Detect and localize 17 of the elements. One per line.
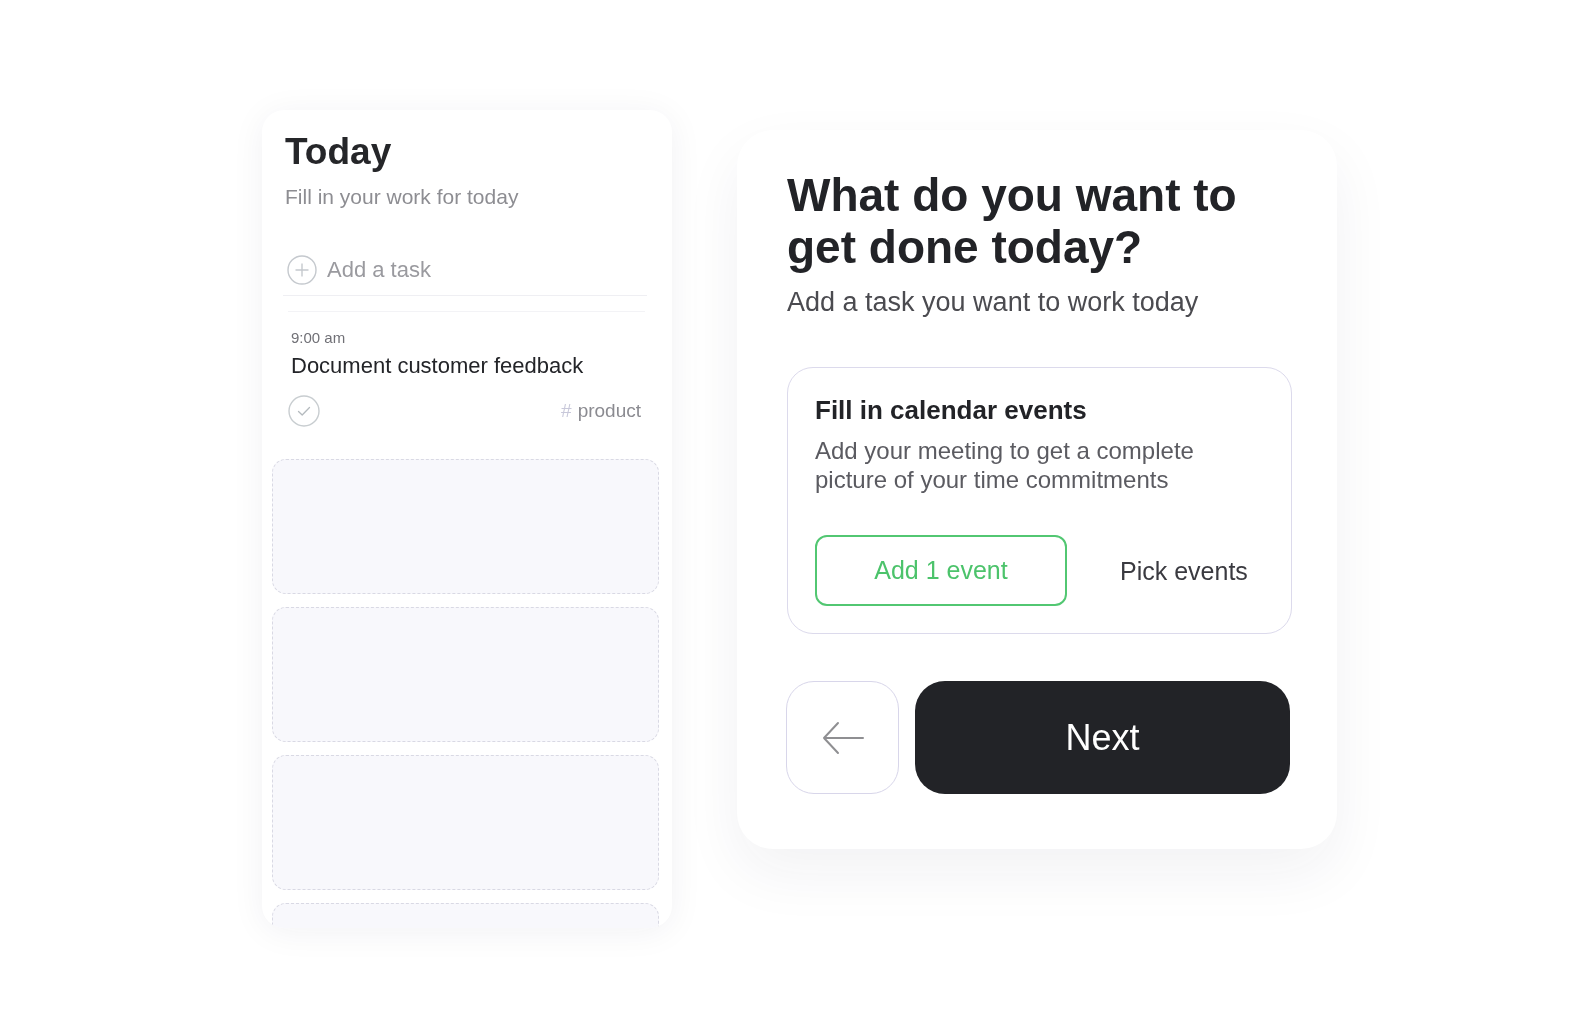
- back-button[interactable]: [786, 681, 899, 794]
- tag-label: product: [577, 399, 641, 423]
- panel-subtitle: Fill in your work for today: [285, 184, 520, 210]
- task-title: Document customer feedback: [291, 353, 585, 379]
- pick-events-button[interactable]: Pick events: [1120, 555, 1248, 586]
- setup-subtitle: Add a task you want to work today: [787, 286, 1200, 318]
- setup-heading: What do you want to get done today?: [787, 169, 1238, 273]
- hash-symbol: #: [561, 399, 572, 423]
- next-button[interactable]: Next: [915, 681, 1290, 794]
- plus-circle-icon[interactable]: [287, 255, 317, 285]
- check-circle-icon[interactable]: [288, 395, 320, 427]
- task-time: 9:00 am: [291, 329, 347, 347]
- left-arrow-icon: [821, 720, 864, 755]
- panel-title: Today: [285, 130, 393, 174]
- calendar-card-title: Fill in calendar events: [815, 394, 1088, 426]
- calendar-card-description: Add your meeting to get a complete picture of your time commitments: [815, 436, 1195, 494]
- add-task-field[interactable]: Add a task: [327, 255, 647, 285]
